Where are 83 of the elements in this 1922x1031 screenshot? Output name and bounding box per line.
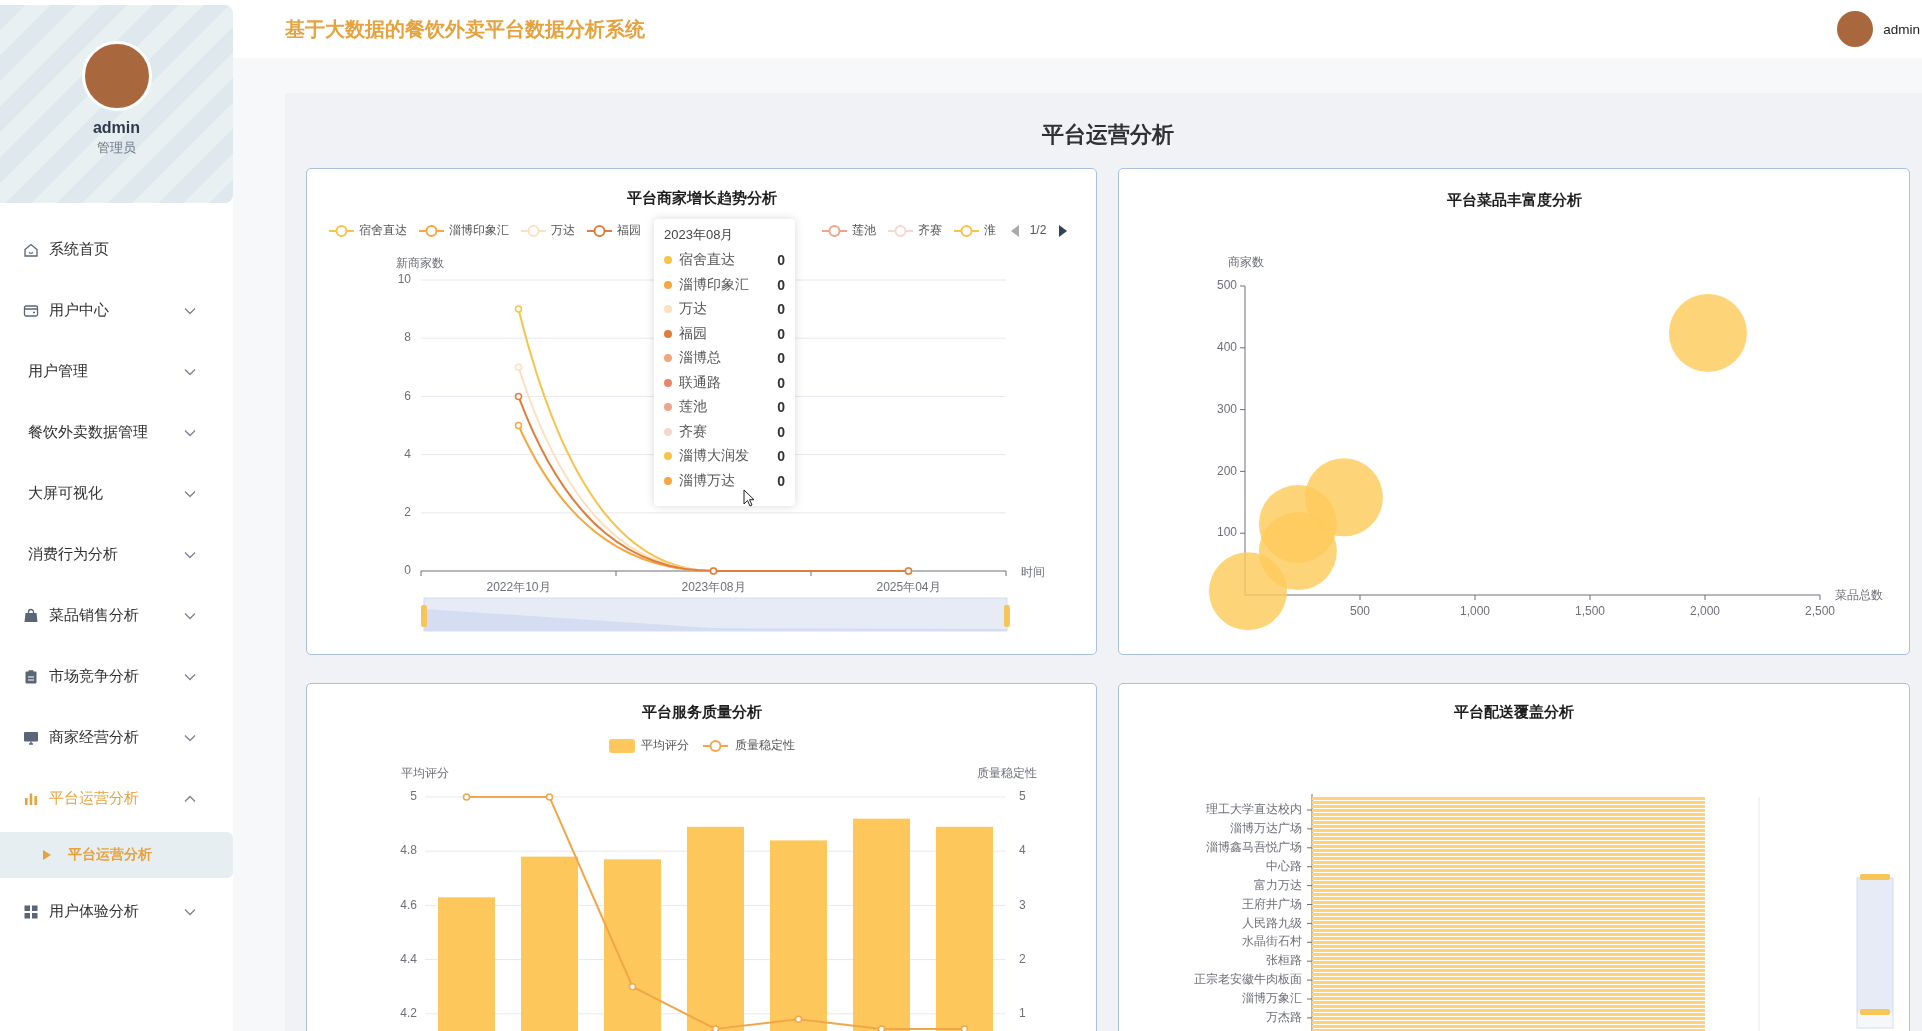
tooltip-value: 0: [777, 325, 785, 342]
tooltip-label: 淄博印象汇: [679, 275, 749, 294]
tooltip-value: 0: [777, 423, 785, 440]
axis-label: 300: [1216, 401, 1237, 416]
tooltip-value: 0: [777, 276, 785, 293]
tooltip-value: 0: [777, 399, 785, 416]
chart-title: 平台商家增长趋势分析: [627, 188, 777, 206]
axis-label: 张桓路: [1266, 953, 1302, 968]
legend-label: 淄博印象汇: [449, 223, 509, 238]
axis-label: 3: [1019, 897, 1026, 912]
axis-label: 4: [404, 446, 411, 461]
axis-label: 2: [404, 504, 411, 519]
axis-title: 时间: [1021, 565, 1045, 580]
tooltip-label: 莲池: [679, 398, 707, 417]
axis-label: 2: [1019, 951, 1026, 966]
tooltip-value: 0: [777, 252, 785, 269]
axis-label: 2022年10月: [486, 580, 551, 595]
tooltip-value: 0: [777, 448, 785, 465]
axis-label: 万杰路: [1266, 1010, 1302, 1025]
axis-label: 2023年08月: [681, 580, 746, 595]
axis-label: 1: [1019, 1005, 1026, 1020]
axis-label: 0: [404, 563, 411, 578]
axis-label: 中心路: [1266, 858, 1302, 873]
chart-title: 平台菜品丰富度分析: [1446, 190, 1582, 208]
tooltip-value: 0: [777, 350, 785, 367]
axis-label: 淄博万达广场: [1230, 821, 1302, 836]
axis-label: 4.6: [400, 897, 417, 912]
axis-label: 4.8: [400, 843, 417, 858]
legend-label: 宿舍直达: [359, 223, 407, 238]
tooltip-label: 淄博总: [679, 349, 721, 368]
axis-label: 正宗老安徽牛肉板面: [1194, 972, 1302, 987]
tooltip-value: 0: [777, 301, 785, 318]
axis-label: 500: [1216, 278, 1237, 293]
axis-label: 5: [1019, 789, 1026, 804]
axis-label: 1,500: [1575, 604, 1605, 619]
tooltip-label: 福园: [679, 324, 707, 343]
tooltip-label: 宿舍直达: [679, 251, 735, 270]
legend-label: 平均评分: [641, 738, 689, 753]
legend-page-count: 1/2: [1029, 223, 1047, 238]
tooltip-title: 2023年08月: [664, 226, 735, 244]
tooltip-label: 联通路: [679, 373, 721, 392]
axis-label: 100: [1216, 525, 1237, 540]
chart-title: 平台服务质量分析: [642, 702, 762, 720]
chart-title: 平台配送覆盖分析: [1454, 702, 1574, 720]
tooltip-label: 淄博万达: [679, 471, 735, 490]
tooltip-label: 齐赛: [679, 422, 707, 441]
axis-label: 淄博万象汇: [1242, 991, 1302, 1006]
axis-label: 1,000: [1460, 604, 1490, 619]
axis-title: 新商家数: [396, 256, 444, 271]
axis-label: 6: [404, 388, 411, 403]
axis-title: 商家数: [1228, 255, 1264, 270]
legend-label: 质量稳定性: [735, 738, 795, 753]
axis-label: 4.4: [400, 951, 417, 966]
axis-label: 富力万达: [1254, 877, 1302, 892]
axis-label: 2025年04月: [876, 580, 941, 595]
axis-label: 5: [410, 789, 417, 804]
legend-label: 福园: [617, 223, 641, 238]
page-title: 平台运营分析: [1041, 121, 1175, 149]
user-role: 管理员: [97, 139, 136, 157]
tooltip-label: 淄博大润发: [679, 447, 749, 466]
app-title: 基于大数据的餐饮外卖平台数据分析系统: [285, 16, 645, 42]
axis-title: 菜品总数: [1835, 588, 1883, 603]
axis-label: 2,500: [1805, 604, 1835, 619]
tooltip-value: 0: [777, 472, 785, 489]
user-name: admin: [92, 119, 141, 137]
axis-label: 10: [397, 272, 411, 287]
axis-label: 500: [1350, 604, 1370, 619]
tooltip-value: 0: [777, 374, 785, 391]
axis-label: 400: [1216, 339, 1237, 354]
axis-title: 质量稳定性: [977, 766, 1037, 781]
axis-label: 4.2: [400, 1005, 417, 1020]
axis-label: 人民路九级: [1242, 915, 1302, 930]
axis-label: 200: [1216, 463, 1237, 478]
axis-label: 淄博鑫马吾悦广场: [1206, 839, 1302, 854]
axis-label: 4: [1019, 843, 1026, 858]
axis-label: 王府井广场: [1242, 896, 1302, 911]
legend-label: 万达: [551, 223, 575, 238]
tooltip-label: 万达: [679, 300, 707, 319]
axis-label: 2,000: [1690, 604, 1720, 619]
axis-label: 8: [404, 330, 411, 345]
axis-title: 平均评分: [401, 766, 449, 781]
axis-label: 理工大学直达校内: [1206, 802, 1302, 817]
axis-label: 水晶街石村: [1242, 934, 1302, 949]
